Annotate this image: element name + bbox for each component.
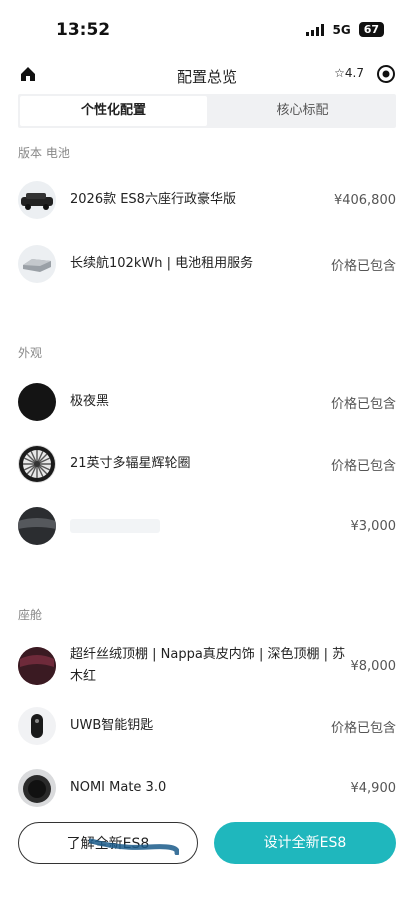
section-title-cabin: 座舱	[18, 608, 43, 622]
item-label: NOMI Mate 3.0	[70, 780, 167, 795]
design-button[interactable]: 设计全新ES8	[214, 822, 396, 864]
key-thumbnail	[18, 707, 56, 745]
section-title-version: 版本 电池	[18, 146, 70, 160]
status-time: 13:52	[56, 20, 111, 40]
nomi-thumbnail	[18, 769, 56, 807]
item-price: ¥8,000	[350, 658, 397, 674]
network-type: 5G	[332, 22, 351, 37]
config-item-wheels[interactable]: 21英寸多辐星辉轮圈 价格已包含	[18, 442, 396, 486]
item-label: 2026款 ES8六座行政豪华版	[70, 192, 236, 207]
scribble-overlay	[89, 838, 179, 855]
item-label: 超纤丝绒顶棚 | Nappa真皮内饰 | 深色顶棚 | 苏木红	[70, 647, 346, 684]
rating-badge[interactable]: ☆4.7	[334, 66, 364, 80]
item-price: 价格已包含	[330, 458, 396, 474]
config-tabs: 个性化配置 核心标配	[18, 94, 396, 128]
config-item-uwb-key[interactable]: UWB智能钥匙 价格已包含	[18, 704, 396, 748]
tab-personalized-config[interactable]: 个性化配置	[20, 96, 207, 126]
footer-actions: 了解全新ES8 设计全新ES8	[0, 820, 414, 880]
battery-icon: 67	[358, 22, 384, 37]
battery-level: 67	[363, 23, 379, 36]
item-price: ¥4,900	[350, 780, 397, 796]
config-item-exterior-option[interactable]: ¥3,000	[18, 504, 396, 548]
rating-value: 4.7	[344, 66, 364, 80]
item-price: 价格已包含	[330, 258, 396, 274]
item-price: ¥406,800	[333, 192, 396, 208]
car-thumbnail	[18, 181, 56, 219]
status-indicators: 5G 67	[306, 22, 384, 37]
section-title-exterior: 外观	[18, 346, 43, 360]
item-label: 长续航102kWh | 电池租用服务	[70, 256, 254, 271]
item-label: UWB智能钥匙	[70, 718, 154, 733]
item-label: 21英寸多辐星辉轮圈	[70, 456, 191, 471]
config-item-battery[interactable]: 长续航102kWh | 电池租用服务 价格已包含	[18, 242, 396, 286]
status-bar: 13:52 5G 67	[0, 0, 414, 56]
signal-icon	[306, 23, 325, 36]
wheel-thumbnail	[18, 445, 56, 483]
redacted-label	[70, 519, 160, 533]
item-price: 价格已包含	[330, 720, 396, 736]
config-item-version[interactable]: 2026款 ES8六座行政豪华版 ¥406,800	[18, 178, 396, 222]
item-price: ¥3,000	[350, 518, 397, 534]
paint-swatch	[18, 383, 56, 421]
top-nav: 配置总览 ☆4.7	[0, 60, 414, 90]
item-label	[70, 519, 351, 533]
config-item-paint[interactable]: 极夜黑 价格已包含	[18, 380, 396, 424]
item-price: 价格已包含	[330, 396, 396, 412]
battery-pack-thumbnail	[18, 245, 56, 283]
star-icon: ☆	[334, 66, 345, 80]
record-icon[interactable]	[376, 64, 396, 84]
learn-more-button[interactable]: 了解全新ES8	[18, 822, 198, 864]
exterior-option-thumbnail	[18, 507, 56, 545]
tab-core-standard[interactable]: 核心标配	[209, 94, 396, 128]
config-item-nomi[interactable]: NOMI Mate 3.0 ¥4,900	[18, 766, 396, 810]
item-label: 极夜黑	[70, 394, 110, 409]
interior-swatch	[18, 647, 56, 685]
config-item-interior[interactable]: 超纤丝绒顶棚 | Nappa真皮内饰 | 深色顶棚 | 苏木红 ¥8,000	[18, 642, 396, 690]
